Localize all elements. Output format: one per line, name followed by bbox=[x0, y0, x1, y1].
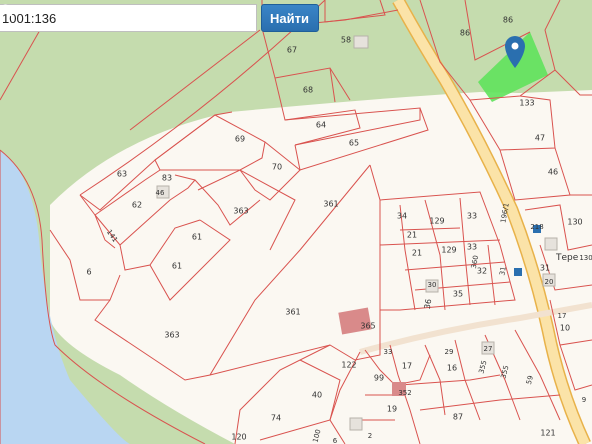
plot-label: 2 bbox=[368, 432, 372, 440]
plot-label: 361 bbox=[285, 308, 300, 317]
plot-label: 33 bbox=[467, 212, 477, 221]
plot-label: 17 bbox=[402, 362, 412, 371]
search-input[interactable] bbox=[0, 4, 257, 32]
marker-dot bbox=[511, 42, 519, 50]
plot-label: 32 bbox=[477, 267, 487, 276]
plot-label: 36 bbox=[423, 298, 434, 310]
plot-label: 121 bbox=[540, 429, 555, 438]
plot-label: 64 bbox=[316, 121, 326, 130]
plot-label: 10 bbox=[560, 324, 570, 333]
plot-label: 70 bbox=[272, 163, 282, 172]
plot-label: 69 bbox=[235, 135, 245, 144]
plot-label: 68 bbox=[303, 86, 313, 95]
cadastral-map[interactable]: 86 86 58 67 68 133 47 46 64 65 69 70 63 … bbox=[0, 0, 592, 444]
plot-label: 129 bbox=[441, 246, 456, 255]
plot-label: 33 bbox=[467, 243, 477, 252]
plot-label: 21 bbox=[412, 249, 422, 258]
search-icon bbox=[0, 4, 13, 17]
plot-label: 31 bbox=[540, 264, 550, 273]
plot-label: 83 bbox=[162, 174, 172, 183]
plot-label: 33 bbox=[384, 348, 393, 356]
settlement-label: Тере bbox=[555, 253, 579, 263]
plot-label: 35 bbox=[453, 290, 463, 299]
plot-label: 130 bbox=[567, 218, 582, 227]
plot-label: 46 bbox=[156, 189, 165, 197]
plot-label: 31 bbox=[498, 266, 507, 276]
plot-label: 61 bbox=[172, 262, 182, 271]
plot-label: 21 bbox=[407, 231, 417, 240]
plot-label: 20 bbox=[545, 278, 554, 286]
plot-label: 361 bbox=[323, 200, 338, 209]
plot-label: 9 bbox=[582, 396, 586, 404]
plot-label: 46 bbox=[548, 168, 558, 177]
search-bar: Найти bbox=[0, 4, 319, 32]
building bbox=[353, 35, 369, 49]
plot-label: 87 bbox=[453, 413, 463, 422]
plot-label: 365 bbox=[360, 322, 375, 331]
plot-label: 120 bbox=[231, 433, 246, 442]
plot-label: 130 bbox=[579, 254, 592, 262]
road-sign-icon bbox=[514, 268, 522, 276]
plot-label: 218 bbox=[530, 223, 543, 231]
plot-label: 29 bbox=[445, 348, 454, 356]
plot-label: 86 bbox=[460, 29, 470, 38]
plot-label: 19 bbox=[387, 405, 397, 414]
plot-label: 17 bbox=[558, 312, 567, 320]
plot-label: 63 bbox=[117, 170, 127, 179]
plot-label: 363 bbox=[164, 331, 179, 340]
plot-label: 62 bbox=[132, 201, 142, 210]
plot-label: 6 bbox=[333, 437, 338, 444]
building bbox=[349, 417, 363, 431]
plot-label: 129 bbox=[429, 217, 444, 226]
plot-label: 58 bbox=[341, 36, 351, 45]
plot-label: 122 bbox=[341, 361, 356, 370]
plot-label: 363 bbox=[233, 207, 248, 216]
plot-label: 99 bbox=[374, 374, 384, 383]
plot-label: 47 bbox=[535, 134, 545, 143]
plot-label: 34 bbox=[397, 212, 407, 221]
plot-label: 61 bbox=[192, 233, 202, 242]
search-button-label: Найти bbox=[270, 10, 309, 26]
plot-label: 27 bbox=[484, 345, 493, 353]
plot-label: 86 bbox=[503, 16, 513, 25]
plot-label: 30 bbox=[428, 281, 437, 289]
plot-label: 16 bbox=[447, 364, 457, 373]
plot-label: 67 bbox=[287, 46, 297, 55]
plot-label: 133 bbox=[519, 99, 534, 108]
plot-label: 352 bbox=[398, 389, 411, 397]
plot-label: 74 bbox=[271, 414, 281, 423]
plot-label: 40 bbox=[312, 391, 322, 400]
building bbox=[544, 237, 558, 251]
map-canvas: 86 86 58 67 68 133 47 46 64 65 69 70 63 … bbox=[0, 0, 592, 444]
search-button[interactable]: Найти bbox=[0, 4, 319, 32]
plot-label: 65 bbox=[349, 139, 359, 148]
plot-label: 6 bbox=[86, 268, 91, 277]
